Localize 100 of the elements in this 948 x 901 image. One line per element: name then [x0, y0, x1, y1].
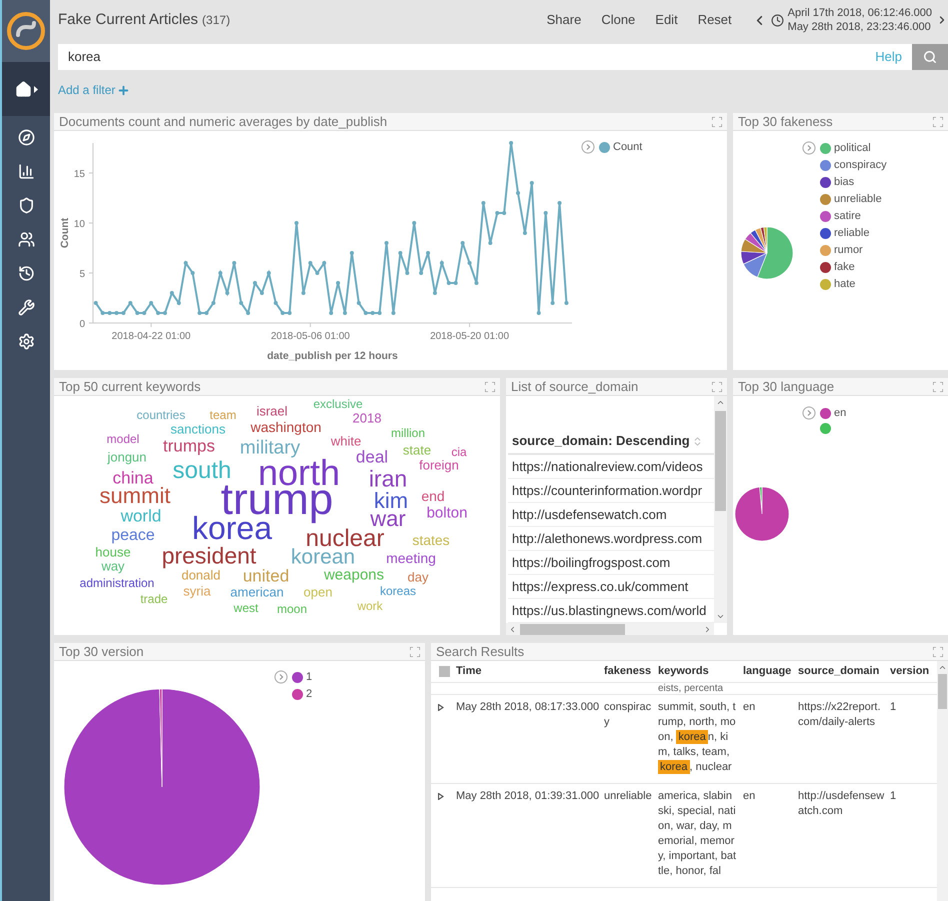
wrench-icon — [18, 298, 34, 316]
menu-link[interactable]: Edit — [655, 10, 678, 30]
keyword-word: world — [120, 508, 162, 524]
panel-title: Top 30 fakeness — [738, 115, 833, 128]
data-point — [530, 181, 534, 185]
keyword-word: cia — [451, 446, 467, 458]
data-point — [260, 291, 264, 295]
scroll-up-icon[interactable] — [716, 398, 725, 407]
home-icon — [14, 80, 32, 98]
legend-label[interactable]: reliable — [834, 226, 870, 240]
data-point — [225, 291, 230, 295]
settings-icon — [18, 332, 34, 350]
expand-icon[interactable] — [410, 646, 420, 656]
caret-icon — [34, 86, 38, 92]
scrollbar-thumb[interactable] — [715, 411, 726, 511]
expand-icon[interactable] — [712, 116, 722, 126]
data-point — [114, 311, 119, 315]
data-point — [108, 311, 112, 315]
panel-title: Top 30 language — [738, 380, 834, 393]
column-header[interactable]: fakeness — [604, 663, 658, 680]
users-icon — [18, 230, 34, 248]
data-point — [280, 311, 285, 315]
keyword-word: day — [408, 570, 428, 584]
data-point — [370, 311, 375, 315]
pie-chart — [739, 225, 795, 281]
scroll-up-icon[interactable] — [938, 663, 947, 672]
keyword-word: south — [172, 459, 232, 483]
data-point — [564, 301, 568, 305]
vertical-scrollbar[interactable] — [937, 661, 948, 901]
legend-label[interactable]: fake — [834, 260, 855, 274]
tick-label: 2018-04-22 01:00 — [112, 331, 191, 342]
legend-toggle-icon[interactable] — [274, 670, 288, 684]
plus-icon[interactable] — [117, 84, 130, 96]
legend-label[interactable]: 1 — [306, 670, 312, 684]
data-point — [509, 141, 514, 145]
legend-label[interactable]: bias — [834, 175, 854, 189]
legend-toggle-icon[interactable] — [581, 140, 595, 154]
expand-icon[interactable] — [933, 116, 943, 126]
expand-icon[interactable] — [485, 382, 495, 392]
legend-toggle-icon[interactable] — [802, 406, 816, 420]
tick-label: 2018-05-06 01:00 — [270, 331, 350, 342]
shield-icon — [18, 196, 34, 214]
column-header[interactable]: Time — [456, 663, 604, 680]
keyword-word: china — [112, 470, 154, 486]
table-cell-text: unreliable — [604, 789, 653, 804]
column-header[interactable]: version — [890, 663, 935, 680]
data-point — [460, 241, 465, 245]
expand-icon[interactable] — [712, 382, 722, 392]
legend-label[interactable]: rumor — [834, 243, 863, 257]
data-point — [322, 261, 326, 265]
bar-chart-icon — [18, 162, 34, 180]
scrollbar-thumb[interactable] — [938, 674, 947, 709]
data-point — [288, 311, 292, 315]
data-point — [558, 201, 562, 205]
expand-icon[interactable] — [933, 646, 943, 656]
scroll-right-icon[interactable] — [703, 625, 712, 634]
panel-title: Top 30 version — [59, 645, 144, 658]
legend-label[interactable]: 2 — [306, 687, 312, 701]
data-point — [432, 291, 437, 295]
search-field[interactable]: korea Help — [58, 44, 912, 70]
logo-icon[interactable] — [6, 11, 46, 51]
time-range[interactable]: April 17th 2018, 06:12:46.000 May 28th 2018, 23:23:46.000 — [788, 6, 932, 34]
keyword-word: 2018 — [352, 412, 382, 424]
legend-label[interactable]: Count — [613, 140, 642, 154]
horizontal-scrollbar[interactable] — [506, 623, 714, 635]
legend-label[interactable]: hate — [834, 277, 856, 291]
column-header[interactable]: source_domain — [798, 663, 890, 680]
expand-row-icon[interactable] — [438, 793, 444, 800]
keyword-word: states — [412, 533, 450, 547]
nav-item[interactable] — [2, 62, 50, 116]
data-point — [315, 271, 320, 275]
keyword-word: bolton — [426, 506, 468, 520]
column-header[interactable]: keywords — [658, 663, 743, 680]
data-point — [294, 221, 298, 225]
table-cell-text: en — [743, 700, 756, 715]
expand-icon[interactable] — [933, 382, 943, 392]
legend-label[interactable]: en — [834, 406, 846, 420]
menu-link[interactable]: Reset — [698, 10, 732, 30]
menu-link[interactable]: Clone — [601, 10, 636, 30]
search-button[interactable] — [912, 44, 948, 70]
menu-link[interactable]: Share — [546, 10, 582, 30]
vertical-scrollbar[interactable] — [714, 396, 727, 623]
legend-label[interactable]: political — [834, 141, 871, 155]
scroll-down-icon[interactable] — [716, 612, 725, 621]
legend-toggle-icon[interactable] — [802, 141, 816, 155]
data-point — [301, 291, 306, 295]
scrollbar-thumb[interactable] — [520, 624, 625, 635]
scroll-left-icon[interactable] — [508, 625, 517, 634]
data-point — [149, 301, 154, 305]
legend-label[interactable]: unreliable — [834, 192, 882, 206]
legend-label[interactable]: satire — [834, 209, 861, 223]
legend-label[interactable]: conspiracy — [834, 158, 887, 172]
table-cell-text: en — [743, 789, 756, 804]
select-all-checkbox[interactable] — [439, 666, 450, 677]
data-point — [481, 201, 486, 205]
column-header[interactable]: language — [743, 663, 798, 680]
compass-icon — [18, 128, 34, 146]
expand-row-icon[interactable] — [438, 704, 444, 711]
data-point — [342, 311, 347, 315]
data-point — [419, 271, 424, 275]
